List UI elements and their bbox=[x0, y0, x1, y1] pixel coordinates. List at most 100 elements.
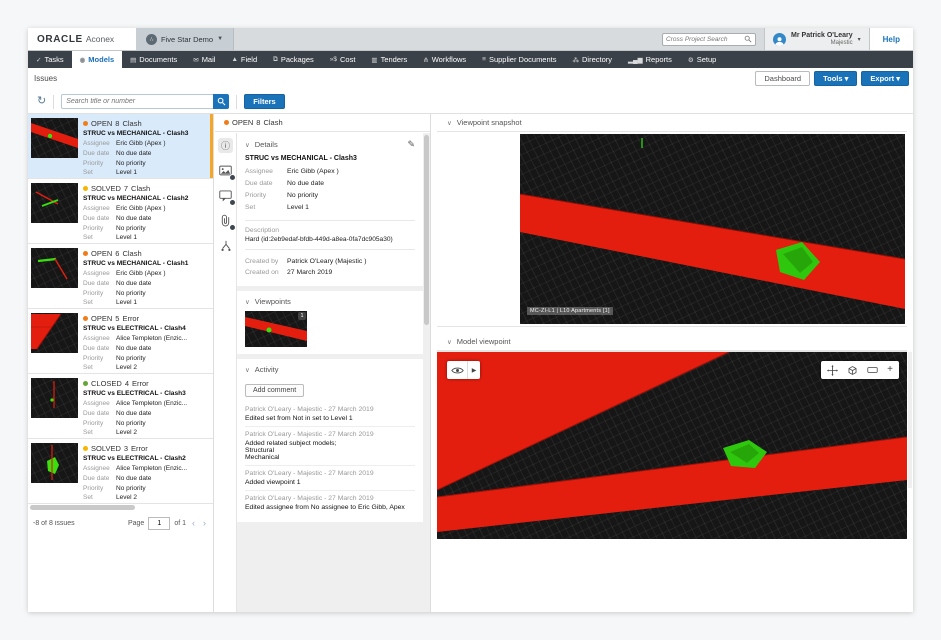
tab-directory[interactable]: ⁂Directory bbox=[565, 51, 621, 68]
created-by-value: Patrick O'Leary (Majestic ) bbox=[287, 256, 366, 268]
tab-documents[interactable]: ▤Documents bbox=[122, 51, 185, 68]
activity-meta: Patrick O'Leary - Majestic - 27 March 20… bbox=[245, 495, 415, 502]
edit-pencil-icon[interactable]: ✎ bbox=[407, 139, 415, 150]
section-cube-button[interactable] bbox=[847, 365, 858, 376]
issue-thumbnail bbox=[31, 313, 78, 353]
viewpoints-tab-button[interactable] bbox=[218, 163, 233, 178]
chevron-down-icon: ▾ bbox=[858, 36, 861, 43]
issue-list-item[interactable]: OPEN8Clash STRUC vs MECHANICAL - Clash3 … bbox=[28, 114, 213, 179]
issue-list-item[interactable]: OPEN5Error STRUC vs ELECTRICAL - Clash4 … bbox=[28, 309, 213, 374]
issue-list-item[interactable]: SOLVED3Error STRUC vs ELECTRICAL - Clash… bbox=[28, 439, 213, 504]
tab-packages[interactable]: ⧉Packages bbox=[265, 51, 322, 68]
attachments-tab-button[interactable] bbox=[218, 213, 233, 228]
info-tab-button[interactable]: ⓘ bbox=[218, 138, 233, 153]
issue-search-input[interactable] bbox=[61, 94, 213, 109]
cross-project-search[interactable] bbox=[662, 33, 756, 46]
detail-content: ∨ Details ✎ STRUC vs MECHANICAL - Clash3… bbox=[236, 133, 430, 612]
tab-reports[interactable]: ▂▄▆Reports bbox=[620, 51, 680, 68]
description-label: Description bbox=[245, 227, 415, 234]
workflows-icon: ⋔ bbox=[423, 56, 428, 64]
issue-list-item[interactable]: OPEN6Clash STRUC vs MECHANICAL - Clash1 … bbox=[28, 244, 213, 309]
snapshot-model-label: MC-ZI-L1 | L10 Apartments [1] bbox=[527, 307, 613, 315]
chevron-down-icon[interactable]: ∨ bbox=[245, 141, 250, 149]
issue-title: STRUC vs MECHANICAL - Clash3 bbox=[83, 130, 209, 137]
horizontal-scrollbar[interactable] bbox=[28, 504, 213, 512]
issue-number: 5 bbox=[115, 314, 119, 323]
chevron-down-icon[interactable]: ∨ bbox=[447, 338, 452, 346]
eye-button[interactable] bbox=[447, 361, 468, 379]
activity-entry: Patrick O'Leary - Majestic - 27 March 20… bbox=[245, 490, 415, 515]
status-label: CLOSED bbox=[91, 379, 122, 388]
comments-tab-button[interactable] bbox=[218, 188, 233, 203]
chevron-down-icon[interactable]: ∨ bbox=[245, 298, 250, 306]
mail-icon: ✉ bbox=[193, 56, 198, 64]
zoom-out-button[interactable] bbox=[867, 366, 878, 374]
pan-icon bbox=[827, 365, 838, 376]
snapshot-header: ∨ Viewpoint snapshot bbox=[437, 114, 907, 132]
vertical-scrollbar-thumb[interactable] bbox=[424, 135, 429, 325]
activity-text: Edited assignee from No assignee to Eric… bbox=[245, 504, 415, 511]
help-link[interactable]: Help bbox=[869, 28, 913, 50]
tab-cost[interactable]: »$Cost bbox=[322, 51, 364, 68]
related-models-tab-button[interactable] bbox=[218, 238, 233, 253]
prev-page-button[interactable]: ‹ bbox=[190, 518, 197, 528]
issue-list: OPEN8Clash STRUC vs MECHANICAL - Clash3 … bbox=[28, 114, 214, 612]
issue-list-item[interactable]: SOLVED7Clash STRUC vs MECHANICAL - Clash… bbox=[28, 179, 213, 244]
status-dot bbox=[83, 446, 88, 451]
detail-assignee: Eric Gibb (Apex ) bbox=[287, 166, 339, 178]
issue-type: Clash bbox=[122, 249, 141, 258]
issue-list-item[interactable]: CLOSED4Error STRUC vs ELECTRICAL - Clash… bbox=[28, 374, 213, 439]
issue-type: Clash bbox=[131, 184, 150, 193]
activity-meta: Patrick O'Leary - Majestic - 27 March 20… bbox=[245, 470, 415, 477]
issue-title: STRUC vs MECHANICAL - Clash2 bbox=[83, 195, 209, 202]
issue-title: STRUC vs ELECTRICAL - Clash4 bbox=[83, 325, 209, 332]
dashboard-button[interactable]: Dashboard bbox=[755, 71, 810, 86]
tab-mail[interactable]: ✉Mail bbox=[185, 51, 223, 68]
model-viewpoint-title: Model viewpoint bbox=[457, 337, 511, 346]
project-icon: ∴ bbox=[146, 34, 157, 45]
tab-field[interactable]: ▲Field bbox=[223, 51, 265, 68]
chevron-down-icon[interactable]: ∨ bbox=[447, 119, 452, 127]
next-page-button[interactable]: › bbox=[201, 518, 208, 528]
issue-detail-panel: OPEN 8 Clash ⓘ bbox=[215, 114, 431, 612]
cross-project-search-input[interactable] bbox=[666, 36, 744, 43]
tab-workflows[interactable]: ⋔Workflows bbox=[415, 51, 474, 68]
expand-arrow-button[interactable]: ▶ bbox=[468, 361, 480, 379]
pagination-range: -8 of 8 issues bbox=[33, 520, 124, 527]
export-button[interactable]: Export ▾ bbox=[861, 71, 909, 86]
tab-models[interactable]: ◉Models bbox=[72, 51, 123, 68]
viewpoint-thumbnail[interactable]: 1 bbox=[245, 311, 307, 347]
refresh-icon[interactable]: ↻ bbox=[37, 96, 46, 107]
issue-thumbnail bbox=[31, 248, 78, 288]
detail-status: OPEN bbox=[232, 118, 253, 127]
packages-icon: ⧉ bbox=[273, 56, 278, 64]
tab-supplier-documents[interactable]: ≡Supplier Documents bbox=[474, 51, 564, 68]
check-icon: ✓ bbox=[36, 56, 41, 64]
pan-button[interactable] bbox=[827, 365, 838, 376]
issue-thumbnail bbox=[31, 378, 78, 418]
right-scrollbar-track[interactable] bbox=[908, 352, 912, 488]
project-selector[interactable]: ∴ Five Star Demo ▼ bbox=[136, 28, 234, 50]
chevron-down-icon[interactable]: ∨ bbox=[245, 366, 250, 374]
issue-title: STRUC vs MECHANICAL - Clash1 bbox=[83, 260, 209, 267]
search-button[interactable] bbox=[213, 94, 229, 109]
tab-tenders[interactable]: ▥Tenders bbox=[363, 51, 415, 68]
status-dot bbox=[83, 121, 88, 126]
page-number-input[interactable] bbox=[148, 517, 170, 530]
filters-button[interactable]: Filters bbox=[244, 94, 285, 109]
tools-button[interactable]: Tools ▾ bbox=[814, 71, 857, 86]
tab-tasks[interactable]: ✓Tasks bbox=[28, 51, 72, 68]
model-viewport[interactable] bbox=[437, 352, 907, 539]
scrollbar-thumb[interactable] bbox=[30, 505, 135, 510]
issue-type: Error bbox=[122, 314, 139, 323]
add-comment-button[interactable]: Add comment bbox=[245, 384, 304, 397]
count-badge bbox=[229, 224, 236, 231]
zoom-in-button[interactable]: + bbox=[887, 365, 893, 375]
activity-meta: Patrick O'Leary - Majestic - 27 March 20… bbox=[245, 406, 415, 413]
tab-setup[interactable]: ⚙Setup bbox=[680, 51, 724, 68]
search-icon[interactable] bbox=[744, 35, 752, 43]
directory-icon: ⁂ bbox=[573, 56, 580, 64]
detail-due-date: No due date bbox=[287, 178, 324, 190]
snapshot-container: MC-ZI-L1 | L10 Apartments [1] bbox=[437, 132, 907, 327]
user-menu[interactable]: Mr Patrick O'Leary Majestic ▾ bbox=[764, 28, 869, 50]
